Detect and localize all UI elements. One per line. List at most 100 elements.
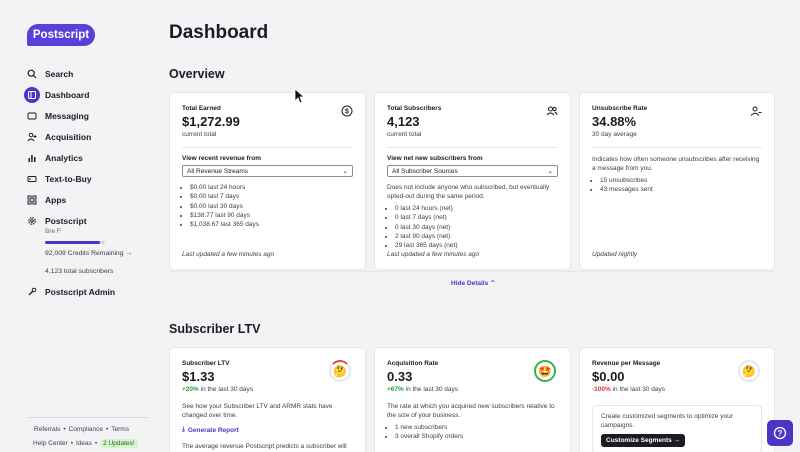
- compliance-link[interactable]: Compliance: [69, 426, 103, 433]
- sidebar-item-label: Dashboard: [45, 89, 90, 100]
- apps-icon: [24, 192, 40, 208]
- revenue-stats-list: $0.00 last 24 hours $0.00 last 7 days $0…: [182, 183, 353, 229]
- change-text: -100% in the last 30 days: [592, 386, 762, 393]
- acquisition-rate-card: Acquisition Rate 0.33 +67% in the last 3…: [374, 347, 571, 452]
- customize-segments-button[interactable]: Customize Segments →: [601, 434, 686, 447]
- overview-section-title: Overview: [169, 67, 225, 81]
- list-item: 3 overall Shopify orders: [395, 432, 558, 441]
- list-item: $0.00 last 24 hours: [190, 183, 353, 192]
- card-description: The rate at which you acquired new subsc…: [387, 403, 555, 419]
- card-divider: [592, 147, 762, 148]
- sidebar-item-admin[interactable]: Postscript Admin: [24, 281, 144, 302]
- select-value: All Revenue Streams: [187, 167, 249, 175]
- card-label: Total Earned: [182, 105, 221, 112]
- credits-remaining-link[interactable]: 92,009 Credits Remaining →: [45, 250, 144, 257]
- mouse-cursor-icon: [294, 88, 304, 104]
- thinking-face-icon: 🤔: [738, 360, 760, 382]
- change-percent: +67%: [387, 386, 404, 393]
- sidebar-item-apps[interactable]: Apps: [24, 189, 144, 210]
- unsubscribe-rate-card: Unsubscribe Rate 34.88% 30 day average I…: [579, 92, 775, 270]
- user-remove-icon: [750, 106, 762, 116]
- change-percent: +20%: [182, 386, 199, 393]
- list-item: 1 new subscribers: [395, 423, 558, 432]
- change-text: +67% in the last 30 days: [387, 386, 558, 393]
- star-struck-face-icon: 🤩: [534, 360, 556, 382]
- svg-text:?: ?: [778, 429, 783, 438]
- sidebar-item-dashboard[interactable]: Dashboard: [24, 84, 144, 105]
- sidebar-item-label: Apps: [45, 194, 67, 205]
- page-title: Dashboard: [169, 22, 269, 43]
- credits-progress-fill: [45, 241, 101, 244]
- chevron-down-icon: ⌄: [342, 168, 348, 175]
- sidebar-item-label: Analytics: [45, 152, 83, 163]
- card-value: 34.88%: [592, 114, 637, 129]
- customize-segments-box: Create customized segments to optimize y…: [592, 405, 762, 452]
- change-period: in the last 30 days: [403, 386, 459, 393]
- revenue-stream-select[interactable]: All Revenue Streams ⌄: [182, 165, 353, 177]
- segments-text: Create customized segments to optimize y…: [601, 413, 733, 429]
- ltv-section-title: Subscriber LTV: [169, 322, 261, 336]
- sidebar-item-analytics[interactable]: Analytics: [24, 147, 144, 168]
- subscriber-source-select[interactable]: All Subscriber Sources ⌄: [387, 165, 558, 177]
- sidebar-nav: Search Dashboard Messaging Acquisition A…: [24, 63, 144, 302]
- download-icon: ⤓: [182, 426, 185, 433]
- card-subtitle: 30 day average: [592, 131, 637, 138]
- change-period: in the last 30 days: [610, 386, 665, 393]
- total-subscribers-text: 4,123 total subscribers: [45, 268, 114, 275]
- list-item: 0 last 7 days (net): [395, 213, 558, 222]
- total-earned-card: Total Earned $1,272.99 current total $ V…: [169, 92, 366, 270]
- sidebar-item-search[interactable]: Search: [24, 63, 144, 84]
- select-value: All Subscriber Sources: [392, 167, 458, 175]
- ideas-link[interactable]: Ideas: [76, 440, 92, 447]
- help-center-link[interactable]: Help Center: [33, 440, 68, 447]
- sidebar-item-messaging[interactable]: Messaging: [24, 105, 144, 126]
- card-label: Acquisition Rate: [387, 360, 439, 367]
- list-item: 2 last 90 days (net): [395, 232, 558, 241]
- sidebar-item-text-to-buy[interactable]: Text-to-Buy: [24, 168, 144, 189]
- hide-details-button[interactable]: Hide Details ⌃: [451, 279, 495, 287]
- updates-badge[interactable]: 2 Updates!: [100, 439, 138, 448]
- tag-icon: [24, 171, 40, 187]
- details-divider: [169, 271, 775, 272]
- card-label: Subscriber LTV: [182, 360, 230, 367]
- card-divider: [182, 147, 353, 148]
- card-description: See how your Subscriber LTV and ARMR sta…: [182, 403, 333, 419]
- field-label: View recent revenue from: [182, 155, 261, 162]
- sidebar-item-acquisition[interactable]: Acquisition: [24, 126, 144, 147]
- svg-text:$: $: [345, 109, 349, 116]
- sidebar-item-label: Postscript Admin: [45, 286, 116, 297]
- search-icon: [24, 66, 40, 82]
- list-item: 43 messages sent: [600, 185, 762, 194]
- generate-report-label: Generate Report: [187, 426, 239, 434]
- subscriber-ltv-card: Subscriber LTV $1.33 +20% in the last 30…: [169, 347, 366, 452]
- message-icon: [24, 108, 40, 124]
- card-label: Unsubscribe Rate: [592, 105, 648, 112]
- terms-link[interactable]: Terms: [111, 426, 129, 433]
- generate-report-link[interactable]: ⤓ Generate Report: [182, 426, 353, 434]
- dashboard-icon: [24, 86, 40, 103]
- list-item: $1,038.67 last 365 days: [190, 220, 353, 229]
- sidebar-divider: [27, 417, 148, 418]
- credits-progress-bar: [45, 241, 105, 244]
- help-button[interactable]: ?: [767, 420, 793, 446]
- acquisition-stats-list: 1 new subscribers 3 overall Shopify orde…: [387, 423, 558, 442]
- field-label: View net new subscribers from: [387, 155, 483, 162]
- card-divider: [387, 147, 558, 148]
- list-item: $0.00 last 30 days: [190, 202, 353, 211]
- dollar-icon: $: [341, 105, 353, 117]
- thinking-face-icon: 🤔: [329, 360, 351, 382]
- sidebar-item-label: Acquisition: [45, 131, 92, 142]
- referrals-link[interactable]: Referrals: [34, 426, 60, 433]
- card-description: Indicates how often someone unsubscribes…: [592, 156, 760, 172]
- revenue-per-message-card: Revenue per Message $0.00 -100% in the l…: [579, 347, 775, 452]
- card-value: 0.33: [387, 369, 413, 384]
- org-user: Bre F: [45, 228, 61, 235]
- org-name: Postscript: [45, 215, 87, 226]
- card-value: $0.00: [592, 369, 625, 384]
- hide-details-label: Hide Details: [451, 280, 489, 287]
- card-footer: Updated nightly: [592, 251, 638, 258]
- unsubscribe-stats-list: 15 unsubscribes 43 messages sent: [592, 176, 762, 195]
- postscript-logo[interactable]: Postscript: [27, 24, 95, 46]
- card-description-2: The average revenue Postscript predicts …: [182, 443, 347, 450]
- card-footer: Last updated a few minutes ago: [182, 251, 275, 258]
